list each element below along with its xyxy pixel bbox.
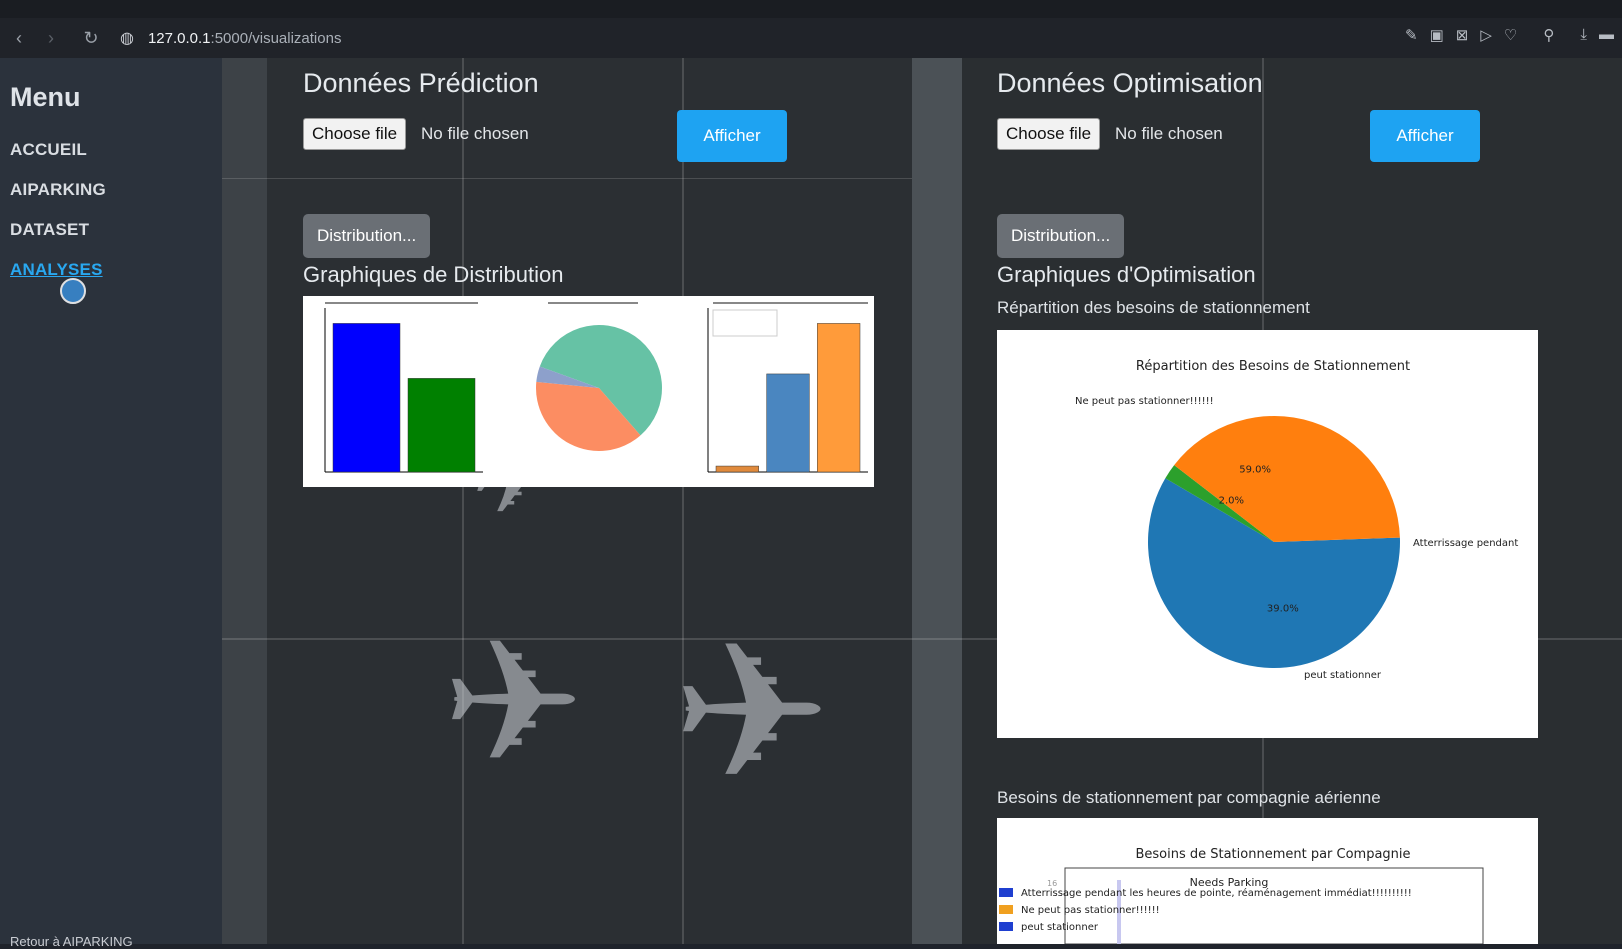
chart-title: Besoins de Stationnement par Compagnie	[1135, 847, 1410, 862]
choose-file-button-prediction[interactable]: Choose file	[303, 118, 407, 150]
file-status-prediction: No file chosen	[421, 124, 529, 143]
repartition-pie-chart: Répartition des Besoins de Stationnement…	[1075, 359, 1518, 681]
site-info-icon[interactable]: ◍	[120, 28, 134, 48]
chart-title: Répartition des Besoins de Stationnement	[1136, 359, 1410, 374]
sidebar-item-analyses[interactable]: ANALYSES	[10, 260, 103, 280]
section-title-distribution: Graphiques de Distribution	[303, 262, 564, 287]
legend-box	[712, 309, 778, 337]
distribution-button-prediction[interactable]: Distribution...	[303, 214, 431, 258]
forward-icon[interactable]: ›	[38, 25, 64, 51]
profile-icon[interactable]: ⚲	[1543, 26, 1554, 44]
reload-icon[interactable]: ↻	[78, 25, 104, 51]
pie-value-label: 59.0%	[1239, 465, 1271, 476]
legend-swatch	[999, 905, 1013, 914]
bar	[817, 323, 861, 473]
legend-swatch	[999, 888, 1013, 897]
distribution-charts-image	[303, 296, 874, 487]
url-path: :5000/visualizations	[210, 29, 342, 47]
extension-icon[interactable]: ⊠	[1456, 26, 1469, 44]
compagnie-bar-chart: Besoins de Stationnement par Compagnie 1…	[999, 847, 1484, 945]
sidebar-item-dataset[interactable]: DATASET	[10, 220, 89, 240]
subtitle-compagnie: Besoins de stationnement par compagnie a…	[997, 788, 1381, 807]
screenshot-icon[interactable]: ▣	[1430, 26, 1444, 44]
sidebar-item-accueil[interactable]: ACCUEIL	[10, 140, 87, 160]
panel-title-optimisation: Données Optimisation	[997, 68, 1263, 98]
menu-title: Menu	[10, 82, 81, 112]
pie-value-label: 2.0%	[1219, 496, 1244, 507]
sidebar: Menu ACCUEIL AIPARKING DATASET ANALYSES …	[0, 58, 222, 949]
section-title-optimisation: Graphiques d'Optimisation	[997, 262, 1256, 287]
compagnie-chart-image: Besoins de Stationnement par Compagnie 1…	[997, 818, 1538, 945]
hand-cursor-icon	[60, 278, 86, 304]
bar	[715, 465, 759, 473]
distribution-charts	[324, 302, 868, 473]
bar	[766, 373, 810, 473]
back-icon[interactable]: ‹	[6, 25, 32, 51]
legend-label: Ne peut pas stationner!!!!!!	[1021, 905, 1160, 916]
airplane-image: ✈	[442, 608, 585, 798]
pie-value-label: 39.0%	[1267, 603, 1299, 614]
choose-file-button-optimisation[interactable]: Choose file	[997, 118, 1101, 150]
bar	[407, 378, 476, 473]
y-tick-label: 16	[1047, 879, 1057, 888]
pie-label: Ne peut pas stationner!!!!!!	[1075, 396, 1214, 407]
afficher-button-prediction[interactable]: Afficher	[677, 110, 787, 162]
legend-label: peut stationner	[1021, 922, 1099, 933]
legend-label: Atterrissage pendant les heures de point…	[1021, 887, 1412, 899]
sidebar-footer[interactable]: Retour à AIPARKING	[10, 934, 133, 949]
sidebar-item-aiparking[interactable]: AIPARKING	[10, 180, 106, 200]
pie-label: peut stationner	[1304, 670, 1382, 681]
legend-swatch	[999, 922, 1013, 931]
repartition-chart-image: Répartition des Besoins de Stationnement…	[997, 330, 1538, 738]
panel-title-prediction: Données Prédiction	[303, 68, 539, 98]
airplane-image: ✈	[672, 607, 832, 819]
play-icon[interactable]: ▷	[1480, 26, 1492, 44]
edit-icon[interactable]: ✎	[1405, 26, 1418, 44]
address-bar[interactable]: ◍ 127.0.0.1:5000/visualizations	[120, 28, 341, 48]
file-status-optimisation: No file chosen	[1115, 124, 1223, 143]
browser-toolbar: ‹ › ↻ ◍ 127.0.0.1:5000/visualizations ✎ …	[0, 18, 1622, 58]
url-host: 127.0.0.1	[147, 29, 211, 47]
subtitle-repartition: Répartition des besoins de stationnement	[997, 298, 1310, 317]
window-titlebar	[0, 0, 1622, 18]
shield-icon[interactable]: ♡	[1504, 26, 1517, 44]
pie-label: Atterrissage pendant	[1413, 538, 1518, 549]
distribution-button-optimisation[interactable]: Distribution...	[997, 214, 1125, 258]
afficher-button-optimisation[interactable]: Afficher	[1370, 110, 1480, 162]
download-icon[interactable]: ⤓	[1580, 26, 1587, 44]
battery-icon: ▬	[1599, 26, 1614, 43]
bar	[332, 323, 401, 473]
